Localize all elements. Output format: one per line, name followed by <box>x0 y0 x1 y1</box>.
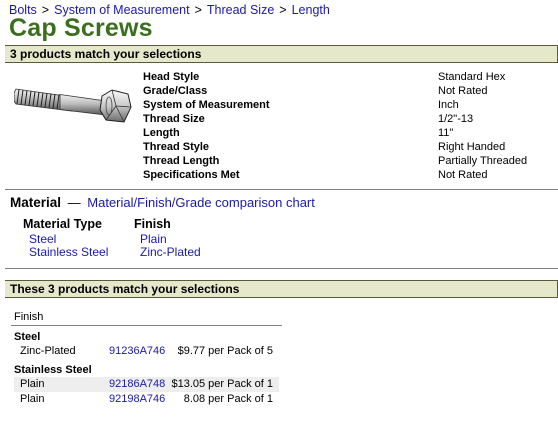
results-header-finish: Finish <box>14 311 44 323</box>
material-type-header: Material Type <box>23 217 102 231</box>
spec-label-head-style: Head Style <box>143 71 200 83</box>
breadcrumb-thread-size[interactable]: Thread Size <box>207 3 274 17</box>
row-finish: Plain <box>20 393 45 405</box>
results-group-stainless-steel: Stainless Steel <box>14 364 92 376</box>
spec-label-thread-style: Thread Style <box>143 141 210 153</box>
results-bar-text: These 3 products match your selections <box>10 282 240 296</box>
material-title: Material <box>10 195 62 210</box>
table-row: Plain 92198A746 8.08 per Pack of 1 <box>14 392 279 407</box>
breadcrumb-separator: > <box>194 3 202 17</box>
finish-header: Finish <box>134 217 171 231</box>
spec-value-thread-style: Right Handed <box>438 141 506 153</box>
page-title: Cap Screws <box>9 14 153 42</box>
material-dash: — <box>67 195 81 210</box>
hex-cap-screw-icon <box>14 88 132 123</box>
spec-label-length: Length <box>143 127 180 139</box>
part-number-link[interactable]: 92198A746 <box>109 392 165 407</box>
summary-bar-text: 3 products match your selections <box>10 47 202 61</box>
section-divider <box>5 268 558 269</box>
table-row: Plain 92186A748 $13.05 per Pack of 1 <box>14 377 279 392</box>
material-heading: Material — Material/Finish/Grade compari… <box>10 195 315 210</box>
row-price: 8.08 per Pack of 1 <box>183 393 273 405</box>
part-number-link[interactable]: 91236A746 <box>109 344 165 359</box>
spec-value-system-of-measurement: Inch <box>438 99 459 111</box>
row-finish: Zinc-Plated <box>20 345 76 357</box>
results-group-steel: Steel <box>14 331 41 343</box>
row-price: $13.05 per Pack of 1 <box>171 378 273 390</box>
spec-value-specifications-met: Not Rated <box>438 169 488 181</box>
results-bar: These 3 products match your selections <box>5 280 558 298</box>
summary-bar: 3 products match your selections <box>5 45 558 63</box>
spec-value-head-style: Standard Hex <box>438 71 506 83</box>
results-header-rule <box>11 325 282 326</box>
finish-column: Finish Plain Zinc-Plated <box>134 218 201 259</box>
spec-label-specifications-met: Specifications Met <box>143 169 240 181</box>
finish-zinc-plated-link[interactable]: Zinc-Plated <box>134 246 201 259</box>
spec-labels: Head Style Grade/Class System of Measure… <box>143 70 270 182</box>
spec-value-thread-size: 1/2"-13 <box>438 113 474 125</box>
spec-value-grade-class: Not Rated <box>438 85 488 97</box>
part-number-link[interactable]: 92186A748 <box>109 377 165 392</box>
results-table: Finish Steel Zinc-Plated 91236A746 $9.77… <box>11 311 282 407</box>
section-divider <box>5 189 558 190</box>
material-type-stainless-steel-link[interactable]: Stainless Steel <box>23 246 108 259</box>
spec-label-thread-size: Thread Size <box>143 113 205 125</box>
breadcrumb-length[interactable]: Length <box>292 3 330 17</box>
spec-value-length: 11" <box>438 127 454 139</box>
row-finish: Plain <box>20 378 45 390</box>
comparison-chart-link[interactable]: Material/Finish/Grade comparison chart <box>87 195 315 210</box>
spec-value-thread-length: Partially Threaded <box>438 155 528 167</box>
spec-values: Standard Hex Not Rated Inch 1/2"-13 11" … <box>438 70 527 182</box>
spec-label-system-of-measurement: System of Measurement <box>143 99 270 111</box>
spec-label-thread-length: Thread Length <box>143 155 220 167</box>
material-type-column: Material Type Steel Stainless Steel <box>23 218 108 259</box>
row-price: $9.77 per Pack of 5 <box>177 345 273 357</box>
breadcrumb-separator: > <box>279 3 287 17</box>
spec-label-grade-class: Grade/Class <box>143 85 208 97</box>
table-row: Zinc-Plated 91236A746 $9.77 per Pack of … <box>14 344 279 359</box>
